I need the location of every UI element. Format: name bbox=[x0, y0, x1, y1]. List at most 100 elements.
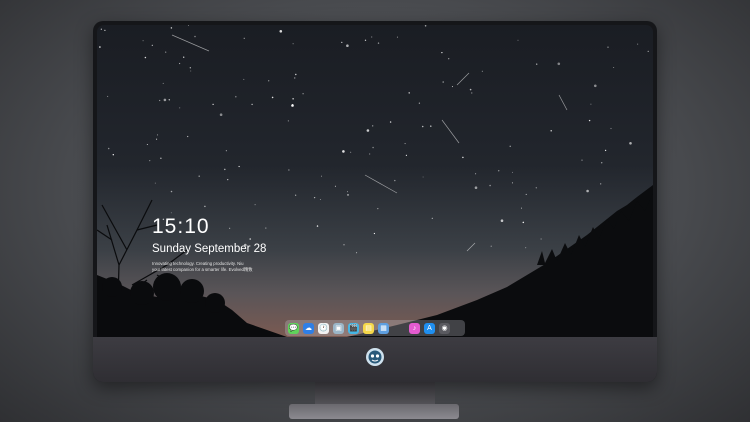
star bbox=[204, 205, 206, 208]
star bbox=[613, 67, 615, 68]
star bbox=[490, 245, 492, 247]
star bbox=[144, 56, 147, 59]
messages-icon[interactable]: 💬 bbox=[288, 322, 299, 334]
star bbox=[198, 175, 200, 177]
star bbox=[268, 80, 270, 82]
star bbox=[469, 88, 472, 91]
star bbox=[243, 78, 245, 80]
star bbox=[421, 125, 424, 128]
star bbox=[183, 56, 185, 58]
star bbox=[594, 84, 597, 88]
star bbox=[637, 43, 639, 45]
star bbox=[343, 244, 345, 246]
star bbox=[581, 159, 583, 161]
star bbox=[334, 185, 336, 187]
star bbox=[522, 221, 525, 224]
night-sky-wallpaper bbox=[97, 25, 653, 337]
star bbox=[279, 30, 283, 33]
star bbox=[170, 27, 173, 29]
clock-app-icon[interactable]: 🕐 bbox=[318, 322, 329, 334]
star bbox=[292, 98, 294, 100]
star bbox=[224, 168, 226, 171]
star bbox=[100, 28, 102, 30]
star bbox=[254, 204, 256, 206]
star bbox=[489, 184, 491, 187]
star bbox=[288, 169, 290, 171]
star bbox=[377, 207, 379, 210]
star bbox=[187, 135, 189, 138]
star bbox=[369, 153, 371, 155]
star bbox=[377, 42, 380, 44]
finder-icon[interactable]: ☁ bbox=[303, 322, 314, 334]
star bbox=[243, 37, 245, 39]
star bbox=[165, 51, 167, 53]
itunes-icon[interactable]: ♪ bbox=[409, 322, 420, 334]
star bbox=[342, 150, 345, 153]
star bbox=[557, 62, 561, 66]
star bbox=[525, 247, 527, 249]
star bbox=[313, 196, 316, 199]
star bbox=[610, 127, 612, 130]
star bbox=[512, 171, 513, 173]
star bbox=[159, 99, 161, 102]
star bbox=[418, 102, 421, 104]
star bbox=[497, 169, 500, 172]
star bbox=[350, 151, 352, 153]
star bbox=[442, 81, 444, 83]
star bbox=[540, 238, 542, 240]
star bbox=[408, 92, 410, 94]
star bbox=[356, 252, 358, 254]
star bbox=[170, 212, 172, 214]
star bbox=[212, 103, 214, 106]
star bbox=[151, 44, 153, 46]
star bbox=[157, 134, 159, 136]
star bbox=[104, 29, 106, 32]
star bbox=[142, 40, 144, 42]
app-store-icon[interactable]: A bbox=[424, 322, 435, 334]
star bbox=[373, 232, 376, 235]
star bbox=[227, 178, 229, 181]
star bbox=[431, 217, 433, 219]
star bbox=[372, 125, 374, 127]
star bbox=[404, 143, 406, 145]
brand-logo-icon bbox=[366, 348, 384, 366]
star bbox=[371, 36, 373, 38]
star bbox=[154, 182, 156, 184]
star bbox=[341, 41, 343, 44]
star bbox=[346, 44, 349, 47]
star bbox=[405, 154, 407, 156]
photos-icon[interactable]: ▦ bbox=[378, 322, 389, 334]
star bbox=[271, 96, 274, 99]
star bbox=[99, 46, 101, 48]
star bbox=[475, 173, 477, 175]
star bbox=[517, 39, 519, 41]
star bbox=[366, 129, 370, 132]
star bbox=[251, 103, 253, 106]
lockscreen-date: Sunday September 28 bbox=[152, 243, 267, 255]
star bbox=[604, 149, 607, 152]
star bbox=[194, 35, 196, 38]
star bbox=[302, 93, 304, 95]
star bbox=[249, 238, 251, 240]
video-icon[interactable]: 🎬 bbox=[348, 322, 359, 334]
star bbox=[229, 227, 231, 229]
notes-icon[interactable]: ▤ bbox=[363, 322, 374, 334]
star bbox=[396, 36, 398, 38]
star bbox=[430, 125, 432, 127]
star bbox=[160, 157, 162, 159]
star bbox=[219, 113, 223, 116]
camera-icon[interactable]: ◉ bbox=[439, 322, 450, 334]
desktop-screen: 15:10 Sunday September 28 Innovating tec… bbox=[97, 25, 653, 337]
star bbox=[511, 182, 513, 184]
monitor-stand-neck bbox=[315, 382, 435, 406]
dock: 💬 ☁ 🕐 ▣ 🎬 ▤ ▦ ♪ A ◉ bbox=[285, 320, 465, 336]
preview-icon[interactable]: ▣ bbox=[333, 322, 344, 334]
star bbox=[389, 121, 392, 123]
star bbox=[293, 77, 296, 79]
monitor-frame: 15:10 Sunday September 28 Innovating tec… bbox=[93, 21, 657, 382]
star bbox=[525, 193, 527, 195]
star bbox=[600, 162, 603, 164]
tagline-line-2: your latest companion for a smarter life… bbox=[152, 267, 253, 272]
star bbox=[588, 119, 591, 122]
star bbox=[424, 25, 427, 27]
